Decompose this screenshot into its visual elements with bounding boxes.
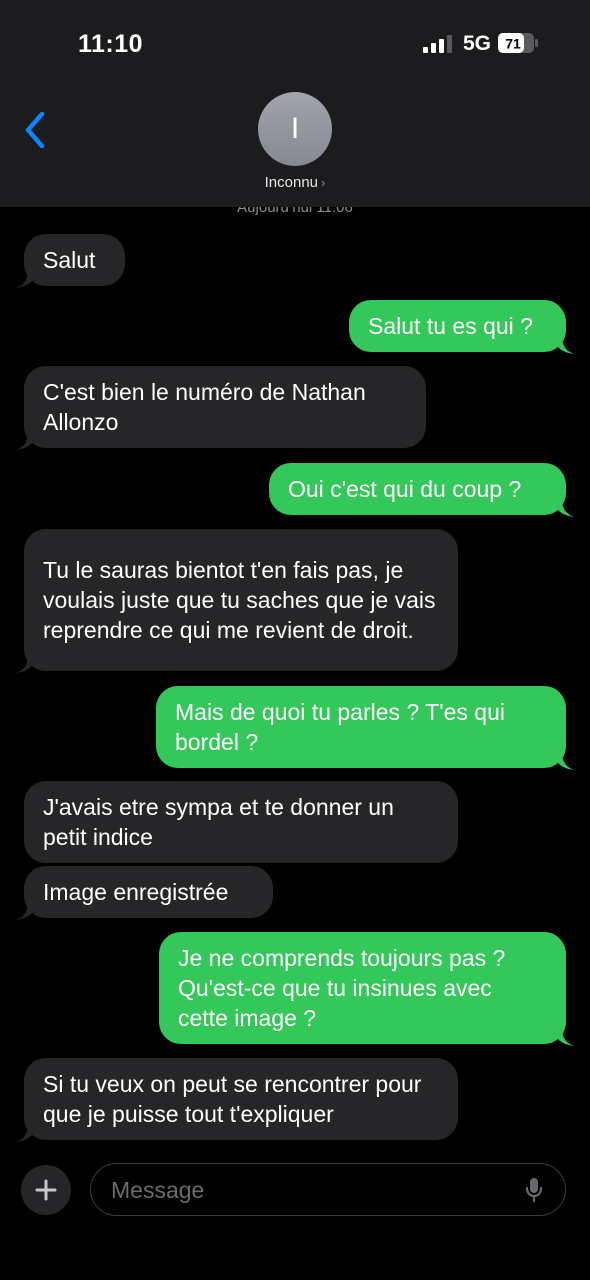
message-bubble-incoming[interactable]: Salut bbox=[16, 234, 125, 288]
message-bubble-outgoing[interactable]: Oui c'est qui du coup ? bbox=[269, 463, 574, 517]
message-text: Salut bbox=[43, 247, 96, 273]
message-bubble-incoming[interactable]: Image enregistrée bbox=[16, 866, 273, 920]
network-type: 5G bbox=[463, 32, 492, 55]
message-text: Salut tu es qui ? bbox=[368, 313, 533, 339]
battery-level: 71 bbox=[505, 36, 521, 52]
avatar-initial: I bbox=[290, 112, 300, 145]
contact-name: Inconnu bbox=[264, 174, 319, 191]
cellular-signal-icon bbox=[423, 35, 452, 53]
microphone-icon[interactable] bbox=[525, 1177, 543, 1203]
message-text: C'est bien le numéro de Nathan Allonzo bbox=[43, 379, 366, 435]
message-text: Oui c'est qui du coup ? bbox=[288, 476, 522, 502]
battery-icon: 71 bbox=[498, 33, 538, 53]
message-input-container bbox=[90, 1163, 566, 1216]
message-bubble-incoming[interactable]: C'est bien le numéro de Nathan Allonzo bbox=[16, 366, 426, 450]
navigation-header: 11:10 5G 71 I Inconnu › bbox=[0, 0, 590, 207]
plus-icon bbox=[35, 1179, 57, 1201]
message-text: Si tu veux on peut se rencontrer pour qu… bbox=[43, 1071, 422, 1127]
bubble-tail-icon bbox=[554, 1026, 574, 1046]
bubble-tail-icon bbox=[16, 653, 36, 673]
bubble-tail-icon bbox=[554, 750, 574, 770]
message-input[interactable] bbox=[109, 1164, 513, 1216]
bubble-tail-icon bbox=[16, 900, 36, 920]
message-bubble-outgoing[interactable]: Je ne comprends toujours pas ? Qu'est-ce… bbox=[159, 932, 574, 1046]
message-bubble-outgoing[interactable]: Salut tu es qui ? bbox=[349, 300, 574, 354]
contact-avatar[interactable]: I bbox=[258, 92, 332, 166]
message-bubble-incoming[interactable]: J'avais etre sympa et te donner un petit… bbox=[24, 781, 458, 863]
message-text: Tu le sauras bientot t'en fais pas, je v… bbox=[43, 557, 436, 643]
bubble-tail-icon bbox=[554, 497, 574, 517]
message-text: J'avais etre sympa et te donner un petit… bbox=[43, 794, 394, 850]
message-text: Je ne comprends toujours pas ? Qu'est-ce… bbox=[178, 945, 506, 1031]
message-bubble-incoming[interactable]: Tu le sauras bientot t'en fais pas, je v… bbox=[16, 529, 458, 673]
bubble-tail-icon bbox=[16, 268, 36, 288]
bubble-tail-icon bbox=[554, 334, 574, 354]
bubble-tail-icon bbox=[16, 430, 36, 450]
message-text: Image enregistrée bbox=[43, 879, 229, 905]
contact-name-button[interactable]: Inconnu › bbox=[0, 174, 590, 191]
message-text: Mais de quoi tu parles ? T'es qui bordel… bbox=[175, 699, 505, 755]
back-chevron-icon[interactable] bbox=[20, 110, 50, 150]
chevron-right-icon: › bbox=[321, 175, 326, 190]
bubble-tail-icon bbox=[16, 1122, 36, 1142]
message-bubble-outgoing[interactable]: Mais de quoi tu parles ? T'es qui bordel… bbox=[156, 686, 574, 770]
status-time: 11:10 bbox=[78, 30, 144, 58]
message-bubble-incoming[interactable]: Si tu veux on peut se rencontrer pour qu… bbox=[16, 1058, 458, 1142]
add-attachment-button[interactable] bbox=[21, 1165, 71, 1215]
